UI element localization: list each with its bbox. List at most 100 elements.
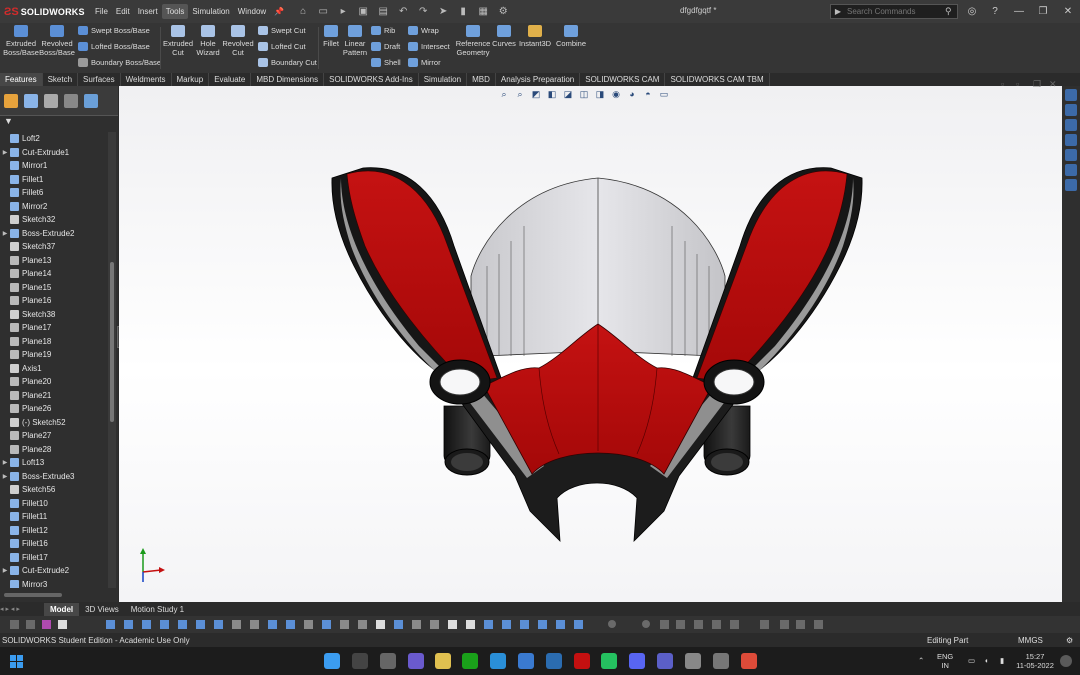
pin-icon[interactable]: 📌 bbox=[270, 4, 288, 19]
file-explorer-icon[interactable] bbox=[1065, 134, 1077, 146]
lofted-cut-button[interactable]: Lofted Cut bbox=[258, 42, 306, 51]
boundary-cut-button[interactable]: Boundary Cut bbox=[258, 58, 317, 67]
tree-node[interactable]: Plane17 bbox=[0, 321, 108, 335]
tree-node[interactable]: Mirror2 bbox=[0, 200, 108, 214]
expand-arrow-icon[interactable]: ▶ bbox=[0, 230, 10, 237]
print-icon[interactable]: ▤ bbox=[376, 6, 390, 18]
feature-manager-tab-icon[interactable] bbox=[4, 93, 18, 108]
tab-mbd[interactable]: MBD bbox=[467, 73, 496, 86]
tree-node[interactable]: Fillet10 bbox=[0, 497, 108, 511]
tree-node[interactable]: Sketch38 bbox=[0, 308, 108, 322]
tab-surfaces[interactable]: Surfaces bbox=[78, 73, 121, 86]
tree-scrollbar[interactable] bbox=[108, 132, 116, 588]
tree-node[interactable]: ▶ Loft13 bbox=[0, 456, 108, 470]
xbox-icon[interactable] bbox=[462, 653, 478, 669]
tab-motion-study-1[interactable]: Motion Study 1 bbox=[125, 603, 190, 616]
display-icon[interactable]: ▭ bbox=[968, 656, 975, 665]
tab-weldments[interactable]: Weldments bbox=[121, 73, 172, 86]
tree-node[interactable]: ▶ Boss-Extrude2 bbox=[0, 227, 108, 241]
revolved-cut-button[interactable]: Revolved Cut bbox=[222, 25, 254, 57]
tree-node[interactable]: Plane16 bbox=[0, 294, 108, 308]
menu-simulation[interactable]: Simulation bbox=[188, 4, 233, 19]
expand-arrow-icon[interactable]: ▶ bbox=[0, 149, 10, 156]
tree-node[interactable]: Sketch37 bbox=[0, 240, 108, 254]
search-icon[interactable]: ⚲ bbox=[945, 6, 957, 17]
show-hidden-icons-icon[interactable]: ⌃ bbox=[918, 656, 924, 665]
draft-button[interactable]: Draft bbox=[371, 42, 400, 51]
tab-solidworks-cam-tbm[interactable]: SOLIDWORKS CAM TBM bbox=[665, 73, 770, 86]
close-icon[interactable]: ✕ bbox=[1060, 4, 1076, 18]
tree-node[interactable]: Fillet12 bbox=[0, 524, 108, 538]
tree-node[interactable]: Plane19 bbox=[0, 348, 108, 362]
mirror-button[interactable]: Mirror bbox=[408, 58, 441, 67]
solidworks-taskbar-icon[interactable] bbox=[574, 653, 590, 669]
customize-icon[interactable]: ⚙ bbox=[1066, 636, 1073, 645]
clock[interactable]: 15:27 11-05-2022 bbox=[1014, 652, 1056, 670]
home-icon[interactable]: ⌂ bbox=[296, 6, 310, 18]
tab-solidworks-add-ins[interactable]: SOLIDWORKS Add-Ins bbox=[324, 73, 419, 86]
tree-node[interactable]: Plane20 bbox=[0, 375, 108, 389]
tree-node[interactable]: ▶ Boss-Extrude3 bbox=[0, 470, 108, 484]
tree-node[interactable]: Mirror1 bbox=[0, 159, 108, 173]
property-manager-tab-icon[interactable] bbox=[24, 93, 38, 108]
dimxpert-tab-icon[interactable] bbox=[64, 93, 78, 108]
instant3d-button[interactable]: Instant3D bbox=[518, 25, 552, 48]
tree-node[interactable]: Fillet17 bbox=[0, 551, 108, 565]
tab-solidworks-cam[interactable]: SOLIDWORKS CAM bbox=[580, 73, 666, 86]
notifications-icon[interactable] bbox=[1060, 655, 1072, 667]
battery-icon[interactable]: ▮ bbox=[1000, 656, 1004, 665]
extruded-boss-button[interactable]: Extruded Boss/Base bbox=[3, 25, 39, 57]
microsoft-store-icon[interactable] bbox=[518, 653, 534, 669]
solidworks-logo[interactable]: ƧS SOLIDWORKS bbox=[4, 6, 88, 18]
extruded-cut-button[interactable]: Extruded Cut bbox=[162, 25, 194, 57]
tab-scroll-arrows-icon[interactable]: ◂ ▸ ◂ ▸ bbox=[0, 605, 44, 613]
configuration-manager-tab-icon[interactable] bbox=[44, 93, 58, 108]
tree-node[interactable]: Fillet6 bbox=[0, 186, 108, 200]
settings-icon[interactable] bbox=[685, 653, 701, 669]
volume-icon[interactable]: ◖ bbox=[984, 656, 989, 665]
mail-icon[interactable] bbox=[546, 653, 562, 669]
tree-node[interactable]: Sketch32 bbox=[0, 213, 108, 227]
file-explorer-icon[interactable] bbox=[435, 653, 451, 669]
appearances-icon[interactable] bbox=[1065, 164, 1077, 176]
teams-icon[interactable] bbox=[657, 653, 673, 669]
tree-node[interactable]: Plane27 bbox=[0, 429, 108, 443]
app-icon[interactable] bbox=[713, 653, 729, 669]
tree-node[interactable]: Plane18 bbox=[0, 335, 108, 349]
tree-node[interactable]: ▶ Cut-Extrude2 bbox=[0, 564, 108, 578]
menu-window[interactable]: Window bbox=[234, 4, 270, 19]
expand-arrow-icon[interactable]: ▶ bbox=[0, 567, 10, 574]
search-commands-input[interactable] bbox=[845, 6, 945, 17]
hole-wizard-button[interactable]: Hole Wizard bbox=[194, 25, 222, 57]
tab-mbd-dimensions[interactable]: MBD Dimensions bbox=[251, 73, 325, 86]
undo-icon[interactable]: ↶ bbox=[396, 6, 410, 18]
swept-boss-button[interactable]: Swept Boss/Base bbox=[78, 26, 150, 35]
units-selector[interactable]: MMGS bbox=[1018, 636, 1043, 645]
taskbar-search-icon[interactable] bbox=[352, 653, 368, 669]
home-icon[interactable] bbox=[1065, 104, 1077, 116]
file-properties-icon[interactable]: ▦ bbox=[476, 6, 490, 18]
teams-chat-icon[interactable] bbox=[408, 653, 424, 669]
new-document-icon[interactable]: ▭ bbox=[316, 6, 330, 18]
edge-browser-icon[interactable] bbox=[490, 653, 506, 669]
user-account-icon[interactable]: ◎ bbox=[964, 4, 980, 18]
tree-node[interactable]: Fillet11 bbox=[0, 510, 108, 524]
chrome-icon[interactable] bbox=[741, 653, 757, 669]
tree-node[interactable]: Mirror3 bbox=[0, 578, 108, 588]
boundary-boss-button[interactable]: Boundary Boss/Base bbox=[78, 58, 161, 67]
windows-start-icon[interactable] bbox=[10, 655, 23, 668]
part-model[interactable] bbox=[119, 86, 1062, 602]
custom-properties-icon[interactable] bbox=[1065, 179, 1077, 191]
menu-insert[interactable]: Insert bbox=[134, 4, 162, 19]
tree-node[interactable]: Fillet1 bbox=[0, 173, 108, 187]
lofted-boss-button[interactable]: Lofted Boss/Base bbox=[78, 42, 150, 51]
intersect-button[interactable]: Intersect bbox=[408, 42, 450, 51]
view-palette-icon[interactable] bbox=[1065, 149, 1077, 161]
expand-arrow-icon[interactable]: ▶ bbox=[0, 473, 10, 480]
minimize-icon[interactable]: — bbox=[1011, 4, 1027, 18]
open-icon[interactable]: ▸ bbox=[336, 6, 350, 18]
expand-arrow-icon[interactable]: ▶ bbox=[0, 459, 10, 466]
menu-file[interactable]: File bbox=[91, 4, 112, 19]
tree-node[interactable]: Axis1 bbox=[0, 362, 108, 376]
save-icon[interactable]: ▣ bbox=[356, 6, 370, 18]
